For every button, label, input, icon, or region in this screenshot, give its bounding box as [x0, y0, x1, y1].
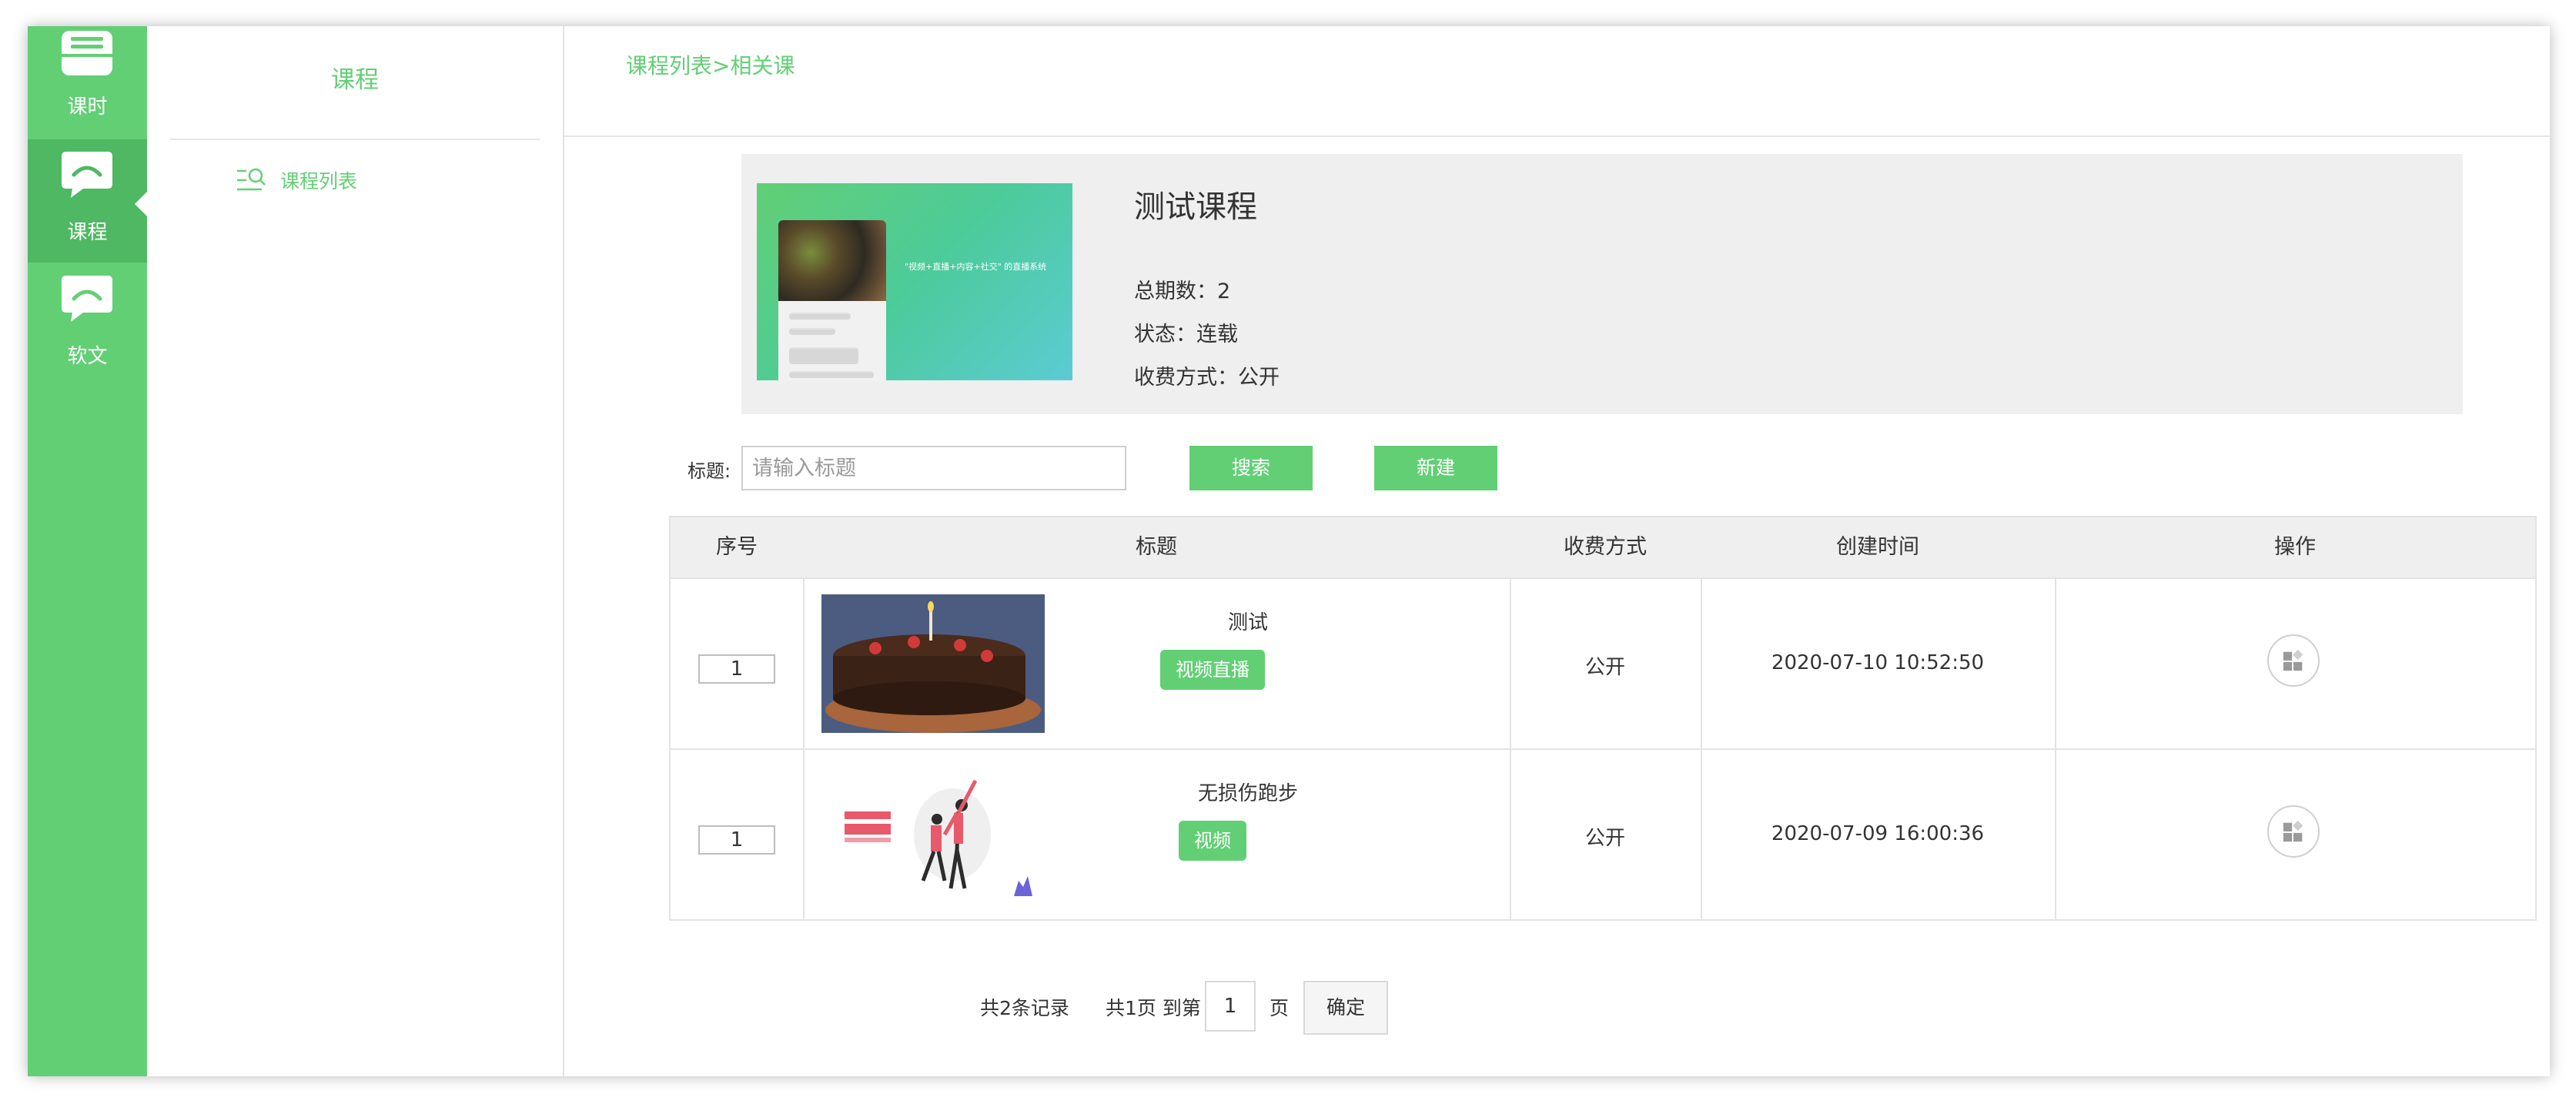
icon-rail: 课时 课程 软文	[28, 26, 147, 1076]
rail-item-article-label: 软文	[67, 345, 108, 368]
rail-item-lesson[interactable]: 课时	[28, 26, 147, 149]
page-number-input[interactable]: 1	[1205, 981, 1256, 1032]
col-index: 序号	[716, 535, 758, 559]
active-caret	[135, 192, 147, 216]
divider	[564, 135, 2550, 137]
rail-item-course-label: 课程	[67, 221, 108, 244]
row-index-input[interactable]: 1	[698, 654, 775, 684]
table-header: 序号 标题 收费方式 创建时间 操作	[671, 517, 2535, 577]
lesson-table: 序号 标题 收费方式 创建时间 操作 1 测试 视频直播 公开 2020-07-…	[669, 516, 2537, 921]
secondary-nav: 课程 课程列表	[147, 26, 564, 1076]
subnav-title: 课程	[331, 66, 379, 94]
operations-icon[interactable]	[2267, 634, 2320, 687]
title-filter-label: 标题:	[687, 460, 731, 482]
chat-bubble-icon	[62, 152, 112, 198]
row-title: 测试	[1227, 611, 1268, 634]
row-created-time: 2020-07-09 16:00:36	[1771, 822, 1985, 845]
subnav-item-course-list[interactable]: 课程列表	[236, 165, 357, 196]
rail-item-lesson-label: 课时	[67, 95, 108, 119]
cake-thumbnail	[821, 594, 1045, 733]
rail-item-course[interactable]: 课程	[28, 139, 147, 263]
col-title: 标题	[1136, 535, 1177, 559]
row-fee: 公开	[1584, 827, 1625, 850]
col-actions: 操作	[2274, 535, 2316, 559]
row-type-tag: 视频直播	[1160, 650, 1265, 690]
col-created: 创建时间	[1836, 535, 1919, 559]
search-button[interactable]: 搜索	[1189, 446, 1313, 490]
app-window: 课时 课程 软文 课程 课程列表 课程列表>相关课 "视频+直播+内容+社交" …	[28, 26, 2550, 1076]
list-search-icon	[237, 168, 266, 191]
course-fee: 收费方式：公开	[1134, 366, 1280, 390]
new-button[interactable]: 新建	[1374, 446, 1497, 490]
col-fee: 收费方式	[1564, 535, 1647, 559]
phone-mockup	[778, 220, 886, 380]
course-total: 总期数：2	[1134, 279, 1231, 303]
operations-icon[interactable]	[2267, 805, 2320, 858]
main-content: 课程列表>相关课 "视频+直播+内容+社交" 的直播系统 测试课程 总期数：2 …	[564, 26, 2550, 1076]
row-title: 无损伤跑步	[1197, 782, 1298, 805]
row-type-tag: 视频	[1179, 821, 1246, 861]
pagination-total-pages: 共1页 到第	[1106, 997, 1201, 1019]
course-summary-card: "视频+直播+内容+社交" 的直播系统 测试课程 总期数：2 状态：连载 收费方…	[741, 154, 2463, 414]
drawer-icon	[62, 31, 112, 75]
table-row: 1 测试 视频直播 公开 2020-07-10 10:52:50	[671, 577, 2535, 748]
divider	[170, 139, 540, 140]
row-created-time: 2020-07-10 10:52:50	[1771, 651, 1985, 674]
row-fee: 公开	[1584, 656, 1625, 679]
course-title: 测试课程	[1134, 189, 1257, 225]
title-search-input[interactable]	[741, 446, 1126, 490]
cover-slogan: "视频+直播+内容+社交" 的直播系统	[905, 262, 1047, 272]
food-photo	[778, 220, 886, 301]
subnav-item-label: 课程列表	[280, 170, 358, 192]
course-cover-image: "视频+直播+内容+社交" 的直播系统	[757, 183, 1072, 380]
pagination-total-records: 共2条记录	[980, 997, 1069, 1019]
chat-bubble-icon	[62, 276, 112, 322]
course-status: 状态：连载	[1134, 323, 1238, 346]
row-index-input[interactable]: 1	[698, 825, 775, 855]
table-row: 1 无损伤跑步 视频 公开 2020-07-09 16:00:36	[671, 748, 2535, 919]
running-thumbnail	[821, 765, 1045, 904]
breadcrumb[interactable]: 课程列表>相关课	[626, 49, 795, 80]
pagination-page-unit: 页	[1270, 997, 1290, 1019]
rail-item-article[interactable]: 软文	[28, 263, 147, 386]
confirm-page-button[interactable]: 确定	[1303, 981, 1388, 1035]
